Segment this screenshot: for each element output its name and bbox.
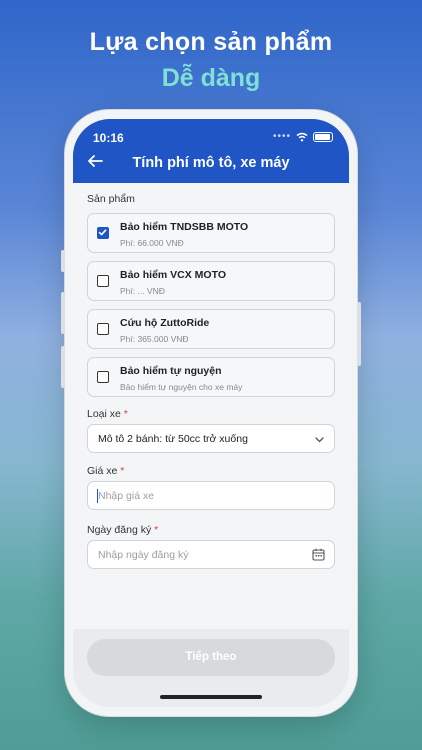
product-title: Bảo hiểm tự nguyện xyxy=(120,365,222,377)
home-indicator xyxy=(160,695,262,699)
vehicle-price-label: Giá xe * xyxy=(87,465,124,477)
status-time: 10:16 xyxy=(93,131,124,145)
app-screen: 10:16 •••• Tính phí mô tô, xe máy Sản ph… xyxy=(73,119,349,707)
phone-side-button xyxy=(61,292,65,334)
product-fee: Phí: 66.000 VNĐ xyxy=(120,238,184,248)
checkbox-unchecked[interactable] xyxy=(97,275,109,287)
registration-date-input[interactable]: Nhập ngày đăng ký xyxy=(87,540,335,569)
check-icon xyxy=(98,229,107,236)
next-button[interactable]: Tiếp theo xyxy=(87,639,335,676)
product-option-voluntary[interactable]: Bảo hiểm tự nguyện Bảo hiểm tự nguyện ch… xyxy=(87,357,335,397)
vehicle-type-select[interactable]: Mô tô 2 bánh: từ 50cc trở xuống xyxy=(87,424,335,453)
phone-side-button xyxy=(61,250,65,272)
vehicle-price-input[interactable]: Nhập giá xe xyxy=(87,481,335,510)
required-mark: * xyxy=(120,465,125,477)
vehicle-type-label: Loại xe * xyxy=(87,408,128,420)
registration-date-placeholder: Nhập ngày đăng ký xyxy=(98,549,189,561)
product-title: Bảo hiểm VCX MOTO xyxy=(120,269,226,281)
label-text: Giá xe xyxy=(87,465,118,477)
footer-bar: Tiếp theo xyxy=(73,629,349,707)
wifi-icon xyxy=(296,132,308,141)
app-header: 10:16 •••• Tính phí mô tô, xe máy xyxy=(73,119,349,183)
vehicle-price-placeholder: Nhập giá xe xyxy=(98,490,155,502)
form-body: Sản phẩm Bảo hiểm TNDSBB MOTO Phí: 66.00… xyxy=(73,183,349,707)
phone-side-button xyxy=(357,302,361,366)
product-title: Bảo hiểm TNDSBB MOTO xyxy=(120,221,249,233)
product-option-tndsbb[interactable]: Bảo hiểm TNDSBB MOTO Phí: 66.000 VNĐ xyxy=(87,213,335,253)
signal-dots-icon: •••• xyxy=(272,131,291,142)
product-fee: Phí: ... VNĐ xyxy=(120,286,165,296)
status-icons: •••• xyxy=(273,131,333,142)
phone-side-button xyxy=(61,346,65,388)
product-description: Bảo hiểm tự nguyện cho xe máy xyxy=(120,382,243,392)
product-option-vcx[interactable]: Bảo hiểm VCX MOTO Phí: ... VNĐ xyxy=(87,261,335,301)
checkbox-unchecked[interactable] xyxy=(97,371,109,383)
promo-headline: Lựa chọn sản phẩm xyxy=(89,28,333,56)
phone-frame: 10:16 •••• Tính phí mô tô, xe máy Sản ph… xyxy=(61,110,361,716)
checkbox-unchecked[interactable] xyxy=(97,323,109,335)
product-title: Cứu hộ ZuttoRide xyxy=(120,317,210,329)
battery-icon xyxy=(313,131,333,142)
chevron-down-icon xyxy=(315,437,324,443)
product-fee: Phí: 365.000 VNĐ xyxy=(120,334,189,344)
label-text: Ngày đăng ký xyxy=(87,524,152,536)
page-title: Tính phí mô tô, xe máy xyxy=(132,155,290,171)
calendar-icon[interactable] xyxy=(312,548,325,561)
required-mark: * xyxy=(123,408,128,420)
product-option-zuttoride[interactable]: Cứu hộ ZuttoRide Phí: 365.000 VNĐ xyxy=(87,309,335,349)
label-text: Loại xe xyxy=(87,408,121,420)
required-mark: * xyxy=(154,524,159,536)
vehicle-type-value: Mô tô 2 bánh: từ 50cc trở xuống xyxy=(98,433,248,445)
checkbox-checked[interactable] xyxy=(97,227,109,239)
promo-subheadline: Dễ dàng xyxy=(161,64,261,92)
products-label: Sản phẩm xyxy=(87,193,135,205)
registration-date-label: Ngày đăng ký * xyxy=(87,524,158,536)
